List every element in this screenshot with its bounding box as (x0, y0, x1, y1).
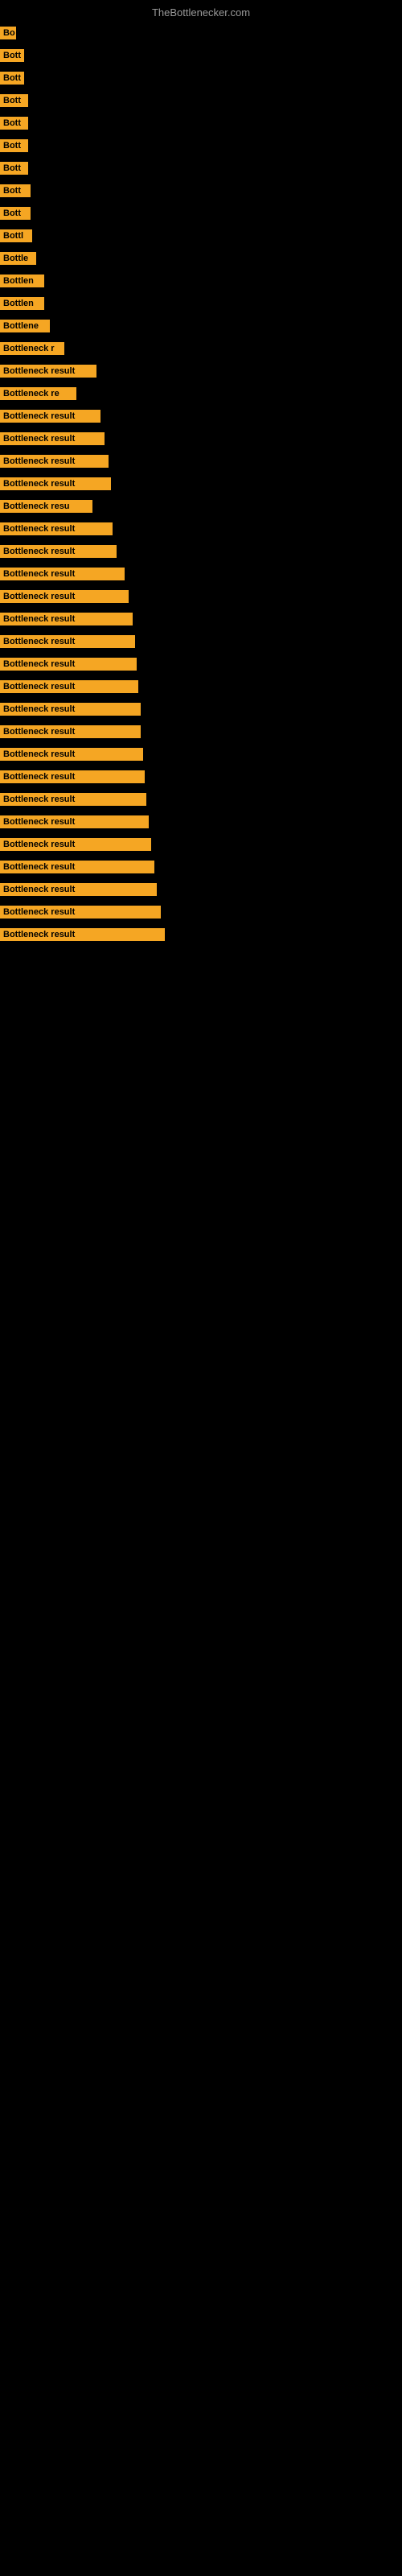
bar-row: Bott (0, 112, 402, 134)
bar-label: Bottleneck result (0, 883, 157, 896)
bar-label: Bottleneck result (0, 906, 161, 919)
bar-label: Bottleneck r (0, 342, 64, 355)
bar-label: Bottleneck result (0, 568, 125, 580)
bar-label: Bottleneck result (0, 928, 165, 941)
bar-row: Bottleneck result (0, 923, 402, 946)
bar-row: Bottleneck result (0, 788, 402, 811)
bar-label: Bott (0, 162, 28, 175)
bar-row: Bottleneck result (0, 608, 402, 630)
bar-label: Bottl (0, 229, 32, 242)
bar-label: Bottleneck re (0, 387, 76, 400)
bar-label: Bott (0, 207, 31, 220)
bar-label: Bottleneck result (0, 770, 145, 783)
bar-label: Bottleneck result (0, 703, 141, 716)
bar-label: Bottleneck result (0, 432, 105, 445)
bar-row: Bottleneck result (0, 450, 402, 473)
bar-row: Bottlene (0, 315, 402, 337)
bar-label: Bottleneck result (0, 861, 154, 873)
bar-label: Bottleneck result (0, 748, 143, 761)
bar-row: Bottleneck result (0, 675, 402, 698)
bar-label: Bottle (0, 252, 36, 265)
bar-row: Bottleneck result (0, 743, 402, 766)
bar-label: Bott (0, 72, 24, 85)
bar-row: Bottleneck result (0, 833, 402, 856)
bar-row: Bott (0, 202, 402, 225)
bar-row: Bott (0, 67, 402, 89)
bar-label: Bott (0, 94, 28, 107)
bar-label: Bott (0, 49, 24, 62)
bar-label: Bottleneck result (0, 838, 151, 851)
bar-row: Bott (0, 157, 402, 180)
bar-label: Bottleneck result (0, 725, 141, 738)
bar-row: Bott (0, 89, 402, 112)
bar-row: Bottleneck result (0, 901, 402, 923)
bar-label: Bottleneck result (0, 590, 129, 603)
bar-row: Bottleneck result (0, 811, 402, 833)
bar-label: Bottlen (0, 275, 44, 287)
bar-row: Bottlen (0, 270, 402, 292)
bar-label: Bott (0, 139, 28, 152)
bar-row: Bo (0, 22, 402, 44)
bar-row: Bottle (0, 247, 402, 270)
bar-label: Bottleneck result (0, 410, 100, 423)
bar-row: Bottleneck result (0, 585, 402, 608)
bar-row: Bott (0, 134, 402, 157)
bar-row: Bottl (0, 225, 402, 247)
bar-label: Bottleneck result (0, 522, 113, 535)
bar-row: Bottleneck result (0, 563, 402, 585)
bar-row: Bottleneck result (0, 518, 402, 540)
bar-label: Bottleneck result (0, 455, 109, 468)
bar-row: Bottleneck result (0, 856, 402, 878)
bar-row: Bottleneck r (0, 337, 402, 360)
bar-row: Bott (0, 180, 402, 202)
bar-row: Bottleneck result (0, 766, 402, 788)
bar-label: Bottleneck resu (0, 500, 92, 513)
bar-label: Bottleneck result (0, 680, 138, 693)
bar-row: Bottleneck result (0, 540, 402, 563)
bar-label: Bottleneck result (0, 658, 137, 671)
bar-row: Bottleneck result (0, 405, 402, 427)
site-title: TheBottlenecker.com (0, 0, 402, 22)
bar-row: Bottleneck result (0, 878, 402, 901)
bar-label: Bottleneck result (0, 635, 135, 648)
bar-row: Bottleneck resu (0, 495, 402, 518)
bar-row: Bottlen (0, 292, 402, 315)
bar-row: Bottleneck result (0, 427, 402, 450)
bar-row: Bottleneck result (0, 630, 402, 653)
bar-label: Bottleneck result (0, 815, 149, 828)
bars-container: Bo Bott Bott Bott Bott Bott Bott Bott Bott Bottl B… (0, 22, 402, 946)
bar-row: Bottleneck result (0, 720, 402, 743)
bar-row: Bottleneck result (0, 360, 402, 382)
bar-label: Bott (0, 184, 31, 197)
bar-row: Bottleneck result (0, 653, 402, 675)
bar-label: Bottlene (0, 320, 50, 332)
bar-label: Bottleneck result (0, 613, 133, 625)
bar-label: Bottleneck result (0, 545, 117, 558)
bar-label: Bottleneck result (0, 365, 96, 378)
bar-row: Bott (0, 44, 402, 67)
bar-row: Bottleneck re (0, 382, 402, 405)
bar-label: Bottlen (0, 297, 44, 310)
bar-label: Bottleneck result (0, 477, 111, 490)
bar-row: Bottleneck result (0, 473, 402, 495)
bar-label: Bo (0, 27, 16, 39)
bar-label: Bott (0, 117, 28, 130)
bar-label: Bottleneck result (0, 793, 146, 806)
bar-row: Bottleneck result (0, 698, 402, 720)
